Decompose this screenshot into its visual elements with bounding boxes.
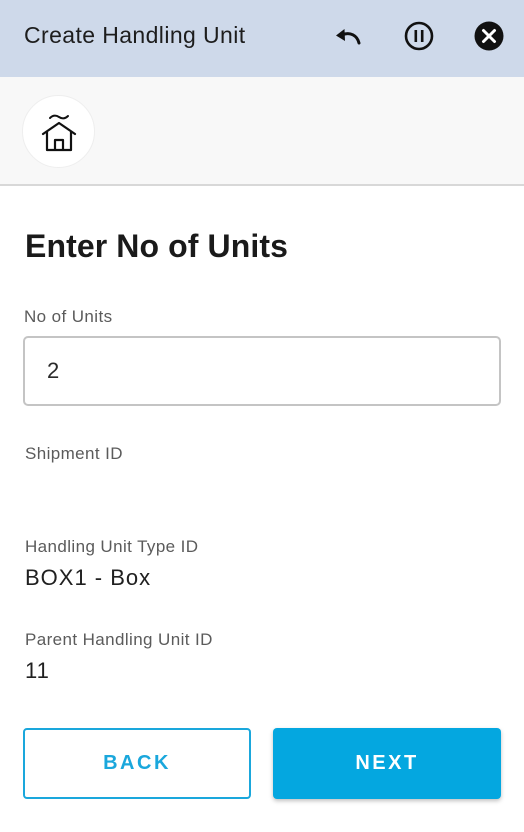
app-screen: Create Handling Unit Enter No of Units N… [0,0,524,832]
parent-handling-unit-value: 11 [25,658,50,683]
page-title: Enter No of Units [25,228,289,264]
units-label: No of Units [24,307,113,326]
home-icon [41,114,76,151]
close-icon [474,21,504,51]
undo-icon [336,29,361,45]
pause-icon [404,21,434,51]
close-button[interactable] [472,19,506,53]
undo-button[interactable] [332,19,366,53]
home-button[interactable] [22,95,95,168]
pause-button[interactable] [402,19,436,53]
handling-unit-type-value: BOX1 - Box [25,565,152,590]
handling-unit-type-label: Handling Unit Type ID [25,537,199,556]
shipment-id-label: Shipment ID [25,444,123,463]
back-button[interactable]: BACK [23,728,251,799]
next-button[interactable]: NEXT [273,728,501,799]
app-header: Create Handling Unit [0,0,524,77]
home-bar [0,77,524,186]
units-input[interactable] [23,336,501,406]
parent-handling-unit-label: Parent Handling Unit ID [25,630,213,649]
header-title: Create Handling Unit [24,22,246,48]
